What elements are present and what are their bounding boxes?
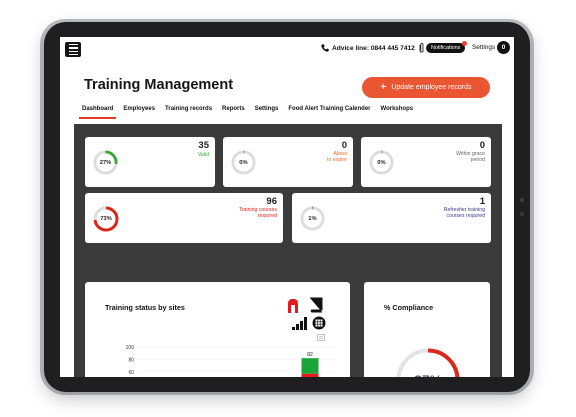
dashboard-panel: 27% 35 Valid 0% 0 About to expire 0% 0 W…	[74, 124, 502, 377]
paperclip-icon[interactable]	[418, 42, 425, 54]
stat-card-about-to-expire[interactable]: 0% 0 About to expire	[223, 137, 353, 187]
compliance-card: % Compliance 27%	[364, 282, 490, 377]
stat-value: 1	[479, 196, 485, 207]
tab-workshops[interactable]: Workshops	[376, 103, 419, 117]
settings-link[interactable]: Settings	[472, 44, 495, 51]
stat-label: Valid	[197, 152, 209, 158]
settings-count-badge[interactable]: 0	[497, 41, 510, 54]
tab-reports[interactable]: Reports	[217, 103, 250, 117]
stat-label: Training courses required	[238, 207, 277, 219]
stat-card-valid[interactable]: 27% 35 Valid	[85, 137, 215, 187]
percent-label: 0%	[377, 159, 386, 166]
compliance-title: % Compliance	[384, 303, 434, 312]
stat-value: 0	[479, 140, 485, 151]
training-status-card: Training status by sites 020406080100Num…	[85, 282, 350, 377]
percent-label: 73%	[100, 216, 112, 222]
bar-chart: 020406080100Number of courses12245166282	[126, 345, 335, 377]
stat-label: About to expire	[327, 151, 347, 163]
update-button-label: Update employee records	[391, 84, 472, 91]
stat-value: 96	[266, 196, 277, 207]
bar-value-label: 82	[307, 352, 313, 358]
bar-segment	[301, 358, 319, 374]
compliance-value: 27%	[393, 345, 463, 377]
stat-card-training-courses-required[interactable]: 73% 96 Training courses required	[85, 193, 283, 243]
update-employee-records-button[interactable]: + Update employee records	[362, 77, 490, 98]
bar-segment	[301, 373, 319, 377]
percent-label: 1%	[308, 215, 317, 222]
calendar-grid-icon[interactable]	[312, 316, 326, 330]
book-icon[interactable]	[308, 297, 324, 313]
tab-food-alert-training-calender[interactable]: Food Alert Training Calender	[283, 103, 375, 117]
stat-value: 35	[198, 140, 209, 151]
chart-menu-icon[interactable]	[317, 334, 325, 341]
tab-dashboard[interactable]: Dashboard	[77, 103, 118, 119]
tab-training-records[interactable]: Training records	[160, 103, 217, 117]
y-tick-label: 80	[128, 357, 134, 363]
notifications-button[interactable]: Notifications	[426, 43, 466, 53]
tab-bar: Dashboard Employees Training records Rep…	[77, 103, 419, 119]
y-tick-label: 60	[128, 370, 134, 376]
advice-line-text: Advice line: 0844 445 7412	[332, 44, 415, 52]
stat-value: 0	[341, 140, 347, 151]
advice-line[interactable]: Advice line: 0844 445 7412	[321, 44, 415, 52]
phone-icon	[321, 44, 329, 52]
stat-card-refresher-training[interactable]: 1% 1 Refresher training courses required	[292, 193, 491, 243]
percent-label: 27%	[99, 159, 112, 166]
stat-label: Refresher training courses required	[443, 207, 485, 219]
y-tick-label: 100	[126, 345, 135, 351]
menu-icon[interactable]	[65, 42, 81, 57]
signal-bars-icon[interactable]	[292, 317, 308, 330]
tablet-sensor	[520, 198, 524, 202]
app-screen: Advice line: 0844 445 7412 Notifications…	[60, 37, 514, 377]
plus-icon: +	[380, 81, 387, 93]
stat-label: Within grace period	[456, 151, 485, 163]
percent-label: 0%	[239, 159, 248, 166]
notification-badge	[462, 41, 467, 46]
fire-safety-icon[interactable]	[287, 298, 299, 314]
page-title: Training Management	[84, 77, 234, 93]
top-bar: Advice line: 0844 445 7412 Notifications…	[60, 37, 514, 61]
tab-employees[interactable]: Employees	[118, 103, 160, 117]
chart-title: Training status by sites	[105, 303, 185, 312]
tab-settings[interactable]: Settings	[250, 103, 284, 117]
stat-card-within-grace-period[interactable]: 0% 0 Within grace period	[361, 137, 491, 187]
tablet-sensor	[520, 212, 524, 216]
